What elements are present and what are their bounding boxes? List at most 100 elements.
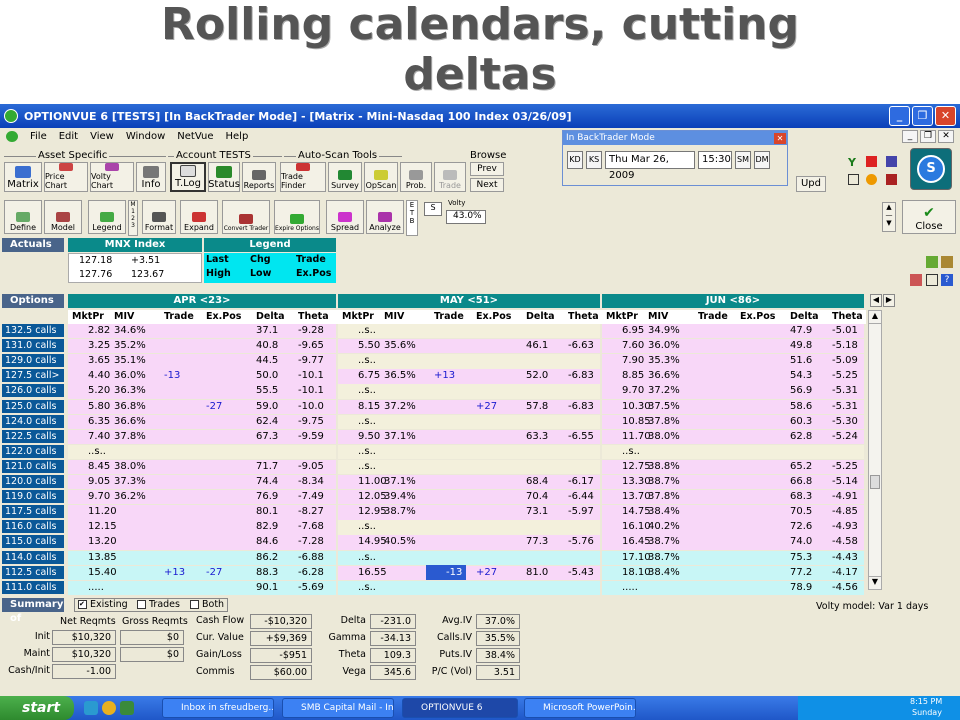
strike-label[interactable]: 125.0 calls	[2, 399, 64, 414]
backtrader-time-field[interactable]: 15:30	[698, 151, 732, 169]
option-cell[interactable]: 36.8%	[114, 399, 146, 414]
convert-trader-button[interactable]: Convert Trader	[222, 200, 270, 234]
option-cell[interactable]: ..s..	[358, 353, 376, 368]
both-checkbox[interactable]	[190, 600, 199, 609]
option-cell[interactable]: 75.3	[790, 550, 812, 565]
option-cell[interactable]: 7.90	[622, 353, 644, 368]
option-cell[interactable]: 37.3%	[114, 474, 146, 489]
option-cell[interactable]: 38.4%	[648, 504, 680, 519]
option-cell[interactable]: 6.35	[88, 414, 110, 429]
option-cell[interactable]: -6.55	[568, 429, 594, 444]
option-cell[interactable]: -6.83	[568, 399, 594, 414]
option-cell[interactable]: ..s..	[622, 444, 640, 459]
info-button[interactable]: Info	[136, 162, 166, 192]
option-cell[interactable]: 6.75	[358, 368, 380, 383]
option-cell[interactable]: 7.60	[622, 338, 644, 353]
option-cell[interactable]: -5.31	[832, 383, 858, 398]
option-cell[interactable]: -9.59	[298, 429, 324, 444]
option-cell[interactable]: -4.56	[832, 580, 858, 595]
option-cell[interactable]: 17.10	[622, 550, 651, 565]
strike-label[interactable]: 132.5 calls	[2, 324, 64, 338]
option-cell[interactable]: 4.40	[88, 368, 110, 383]
option-cell[interactable]: 40.8	[256, 338, 278, 353]
strike-label[interactable]: 114.0 calls	[2, 550, 64, 565]
grid-icon[interactable]	[910, 274, 922, 286]
next-button[interactable]: Next	[470, 178, 504, 192]
option-cell[interactable]: 38.0%	[114, 459, 146, 474]
option-cell[interactable]: -13	[164, 368, 180, 383]
analyze-button[interactable]: Analyze	[366, 200, 404, 234]
option-cell[interactable]: 38.4%	[648, 565, 680, 580]
option-cell[interactable]: 39.4%	[384, 489, 416, 504]
option-cell[interactable]: 6.95	[622, 323, 644, 338]
option-cell[interactable]: 9.05	[88, 474, 110, 489]
task-smb-mail[interactable]: SMB Capital Mail - In...	[282, 698, 394, 718]
option-cell[interactable]: -4.93	[832, 519, 858, 534]
option-cell[interactable]: 57.8	[526, 399, 548, 414]
option-cell[interactable]: 37.8%	[114, 429, 146, 444]
option-cell[interactable]: -10.1	[298, 383, 324, 398]
survey-button[interactable]: Survey	[328, 162, 362, 192]
option-cell[interactable]: -8.34	[298, 474, 324, 489]
option-cell[interactable]: 36.3%	[114, 383, 146, 398]
backtrader-date-field[interactable]: Thu Mar 26, 2009	[605, 151, 695, 181]
option-cell[interactable]: 11.70	[622, 429, 651, 444]
prev-button[interactable]: Prev	[470, 162, 504, 176]
expire-options-button[interactable]: Expire Options	[274, 200, 320, 234]
option-cell[interactable]: -5.43	[568, 565, 594, 580]
option-cell[interactable]: 73.1	[526, 504, 548, 519]
option-cell[interactable]: 60.3	[790, 414, 812, 429]
option-cell[interactable]: 68.3	[790, 489, 812, 504]
option-cell[interactable]: -27	[206, 565, 222, 580]
mdi-restore-button[interactable]: ❐	[920, 129, 936, 143]
option-cell[interactable]: .....	[88, 580, 104, 595]
quicklaunch-app-icon[interactable]	[120, 701, 134, 715]
option-cell[interactable]: 16.10	[622, 519, 651, 534]
option-cell[interactable]: 9.70	[88, 489, 110, 504]
define-button[interactable]: Define	[4, 200, 42, 234]
option-cell[interactable]: 71.7	[256, 459, 278, 474]
option-cell[interactable]: 67.3	[256, 429, 278, 444]
option-cell[interactable]: -5.14	[832, 474, 858, 489]
option-cell[interactable]: 80.1	[256, 504, 278, 519]
scroll-right-button[interactable]: ▶	[883, 294, 895, 307]
strike-label[interactable]: 115.0 calls	[2, 535, 64, 550]
option-cell[interactable]: 37.8%	[648, 489, 680, 504]
strike-label[interactable]: 111.0 calls	[2, 580, 64, 595]
legend-button[interactable]: Legend	[88, 200, 126, 234]
option-cell[interactable]: -6.63	[568, 338, 594, 353]
option-cell[interactable]: 51.6	[790, 353, 812, 368]
upd-button[interactable]: Upd	[796, 176, 826, 192]
option-cell[interactable]: -6.44	[568, 489, 594, 504]
option-cell[interactable]: 5.80	[88, 399, 110, 414]
option-cell[interactable]: 86.2	[256, 550, 278, 565]
option-cell[interactable]: +13	[164, 565, 185, 580]
option-cell[interactable]: -5.18	[832, 338, 858, 353]
option-cell[interactable]: -27	[206, 399, 222, 414]
close-button[interactable]: ✔ Close	[902, 200, 956, 234]
strike-label[interactable]: 112.5 calls	[2, 565, 64, 580]
edit-icon[interactable]	[941, 256, 953, 268]
option-cell[interactable]: 56.9	[790, 383, 812, 398]
strike-label[interactable]: 122.5 calls	[2, 429, 64, 444]
model-digits[interactable]: M123	[128, 200, 138, 236]
option-cell[interactable]: 50.0	[256, 368, 278, 383]
option-cell[interactable]: 55.5	[256, 383, 278, 398]
option-cell[interactable]: -5.09	[832, 353, 858, 368]
volty-field[interactable]: 43.0%	[446, 210, 486, 224]
strike-label[interactable]: 120.0 calls	[2, 475, 64, 489]
menu-window[interactable]: Window	[126, 131, 165, 142]
mdi-close-button[interactable]: ✕	[938, 129, 954, 143]
option-cell[interactable]: 81.0	[526, 565, 548, 580]
menu-edit[interactable]: Edit	[59, 131, 78, 142]
option-cell[interactable]: ..s..	[358, 323, 376, 338]
option-cell[interactable]: -4.43	[832, 550, 858, 565]
option-cell[interactable]: +13	[434, 368, 455, 383]
option-cell[interactable]: 37.2%	[384, 399, 416, 414]
option-cell[interactable]: 78.9	[790, 580, 812, 595]
option-cell[interactable]: 65.2	[790, 459, 812, 474]
option-cell[interactable]: 12.95	[358, 504, 387, 519]
trade-button[interactable]: Trade	[434, 162, 466, 192]
option-cell[interactable]: 35.1%	[114, 353, 146, 368]
option-cell[interactable]: 63.3	[526, 429, 548, 444]
